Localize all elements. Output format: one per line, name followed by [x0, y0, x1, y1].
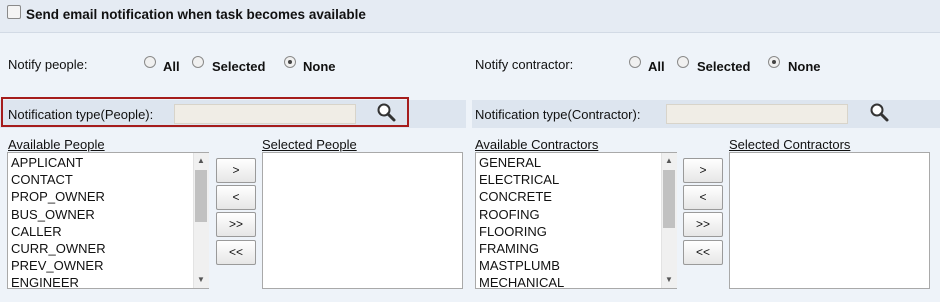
- list-item[interactable]: MASTPLUMB: [479, 257, 676, 274]
- send-email-label: Send email notification when task become…: [26, 7, 366, 22]
- contractor-type-input[interactable]: [666, 104, 848, 124]
- notify-contractor-none-radio[interactable]: [768, 56, 780, 68]
- notify-contractor-all-radio[interactable]: [629, 56, 641, 68]
- notify-contractor-label: Notify contractor:: [475, 57, 574, 72]
- move-right-button[interactable]: >: [683, 158, 723, 183]
- list-item[interactable]: MECHANICAL: [479, 274, 676, 288]
- scroll-up-icon[interactable]: ▲: [194, 156, 208, 165]
- scroll-down-icon[interactable]: ▼: [662, 275, 676, 284]
- list-item[interactable]: CALLER: [11, 223, 208, 240]
- available-people-listbox[interactable]: APPLICANT CONTACT PROP_OWNER BUS_OWNER C…: [7, 152, 209, 289]
- selected-contractors-listbox[interactable]: [729, 152, 930, 289]
- scroll-up-icon[interactable]: ▲: [662, 156, 676, 165]
- list-item[interactable]: BUS_OWNER: [11, 206, 208, 223]
- notify-people-all-radio[interactable]: [144, 56, 156, 68]
- move-all-right-button[interactable]: >>: [216, 212, 256, 237]
- notify-people-all-label: All: [163, 59, 180, 74]
- people-type-input[interactable]: [174, 104, 356, 124]
- magnifier-icon[interactable]: [375, 101, 397, 123]
- list-item[interactable]: PROP_OWNER: [11, 188, 208, 205]
- selected-contractors-heading: Selected Contractors: [729, 137, 851, 152]
- available-people-heading: Available People: [8, 137, 105, 152]
- people-type-label: Notification type(People):: [8, 107, 154, 122]
- move-all-right-button[interactable]: >>: [683, 212, 723, 237]
- magnifier-icon[interactable]: [868, 101, 890, 123]
- list-item[interactable]: ELECTRICAL: [479, 171, 676, 188]
- notify-people-none-radio[interactable]: [284, 56, 296, 68]
- notify-people-label: Notify people:: [8, 57, 88, 72]
- contractor-type-label: Notification type(Contractor):: [475, 107, 641, 122]
- list-item[interactable]: CURR_OWNER: [11, 240, 208, 257]
- scroll-thumb[interactable]: [195, 170, 207, 222]
- notify-contractor-all-label: All: [648, 59, 665, 74]
- available-contractors-listbox[interactable]: GENERAL ELECTRICAL CONCRETE ROOFING FLOO…: [475, 152, 677, 289]
- notify-contractor-selected-radio[interactable]: [677, 56, 689, 68]
- move-right-button[interactable]: >: [216, 158, 256, 183]
- list-item[interactable]: CONTACT: [11, 171, 208, 188]
- list-item[interactable]: CONCRETE: [479, 188, 676, 205]
- scroll-down-icon[interactable]: ▼: [194, 275, 208, 284]
- list-item[interactable]: GENERAL: [479, 154, 676, 171]
- notify-contractor-selected-label: Selected: [697, 59, 751, 74]
- notify-people-selected-label: Selected: [212, 59, 266, 74]
- list-item[interactable]: APPLICANT: [11, 154, 208, 171]
- list-item[interactable]: ROOFING: [479, 206, 676, 223]
- list-item[interactable]: FRAMING: [479, 240, 676, 257]
- list-item[interactable]: ENGINEER: [11, 274, 208, 288]
- move-all-left-button[interactable]: <<: [216, 240, 256, 265]
- move-left-button[interactable]: <: [216, 185, 256, 210]
- send-email-checkbox[interactable]: [7, 5, 21, 19]
- list-item[interactable]: FLOORING: [479, 223, 676, 240]
- selected-people-heading: Selected People: [262, 137, 357, 152]
- selected-people-listbox[interactable]: [262, 152, 463, 289]
- move-left-button[interactable]: <: [683, 185, 723, 210]
- notify-people-selected-radio[interactable]: [192, 56, 204, 68]
- available-contractors-heading: Available Contractors: [475, 137, 599, 152]
- move-all-left-button[interactable]: <<: [683, 240, 723, 265]
- list-item[interactable]: PREV_OWNER: [11, 257, 208, 274]
- notify-people-none-label: None: [303, 59, 336, 74]
- scroll-thumb[interactable]: [663, 170, 675, 228]
- notify-contractor-none-label: None: [788, 59, 821, 74]
